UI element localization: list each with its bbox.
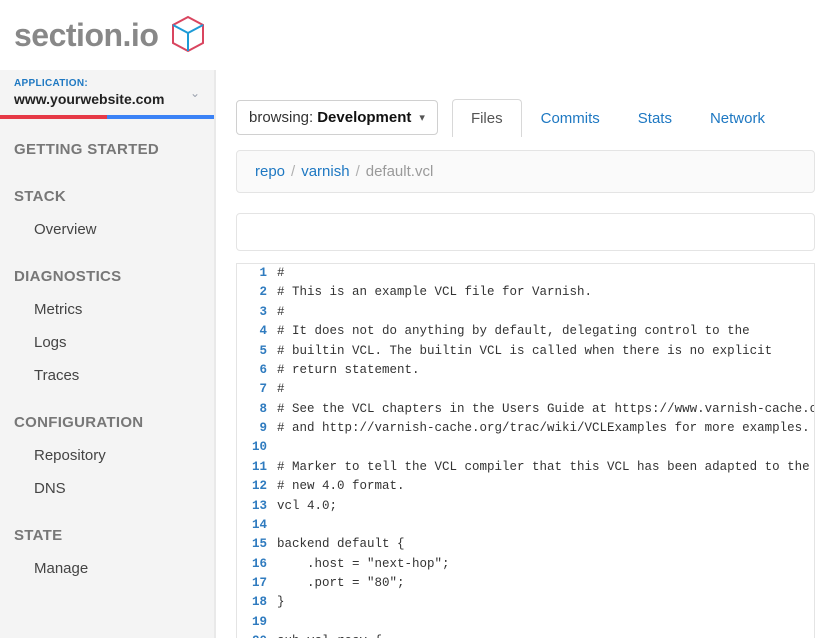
line-number: 3	[237, 303, 277, 322]
logo-cube-icon	[168, 14, 208, 57]
branch-name: Development	[317, 109, 411, 126]
caret-down-icon: ▾	[419, 111, 425, 124]
code-text: # It does not do anything by default, de…	[277, 322, 750, 341]
code-text: #	[277, 303, 285, 322]
brand[interactable]: section.io	[14, 14, 208, 57]
code-text: # new 4.0 format.	[277, 477, 405, 496]
file-header-panel	[236, 213, 815, 251]
line-number: 14	[237, 516, 277, 535]
code-text: # Marker to tell the VCL compiler that t…	[277, 458, 810, 477]
application-name: www.yourwebsite.com	[14, 91, 164, 107]
code-line: 15backend default {	[237, 535, 814, 554]
code-text: # This is an example VCL file for Varnis…	[277, 283, 592, 302]
breadcrumb-link[interactable]: repo	[255, 163, 285, 180]
tab-stats[interactable]: Stats	[619, 99, 691, 137]
code-line: 1#	[237, 264, 814, 283]
sidebar-item-dns[interactable]: DNS	[0, 472, 214, 505]
branch-select[interactable]: browsing: Development ▾	[236, 100, 438, 135]
code-line: 13vcl 4.0;	[237, 497, 814, 516]
tab-files[interactable]: Files	[452, 99, 522, 137]
line-number: 20	[237, 632, 277, 638]
app-header: section.io	[0, 0, 815, 70]
toolbar: browsing: Development ▾ FilesCommitsStat…	[236, 98, 815, 136]
code-line: 20sub vcl_recv {	[237, 632, 814, 638]
line-number: 10	[237, 438, 277, 457]
line-number: 2	[237, 283, 277, 302]
line-number: 11	[237, 458, 277, 477]
sidebar-item-manage[interactable]: Manage	[0, 552, 214, 585]
code-line: 14	[237, 516, 814, 535]
line-number: 8	[237, 400, 277, 419]
sidebar-item-traces[interactable]: Traces	[0, 359, 214, 392]
line-number: 18	[237, 593, 277, 612]
code-line: 5# builtin VCL. The builtin VCL is calle…	[237, 342, 814, 361]
line-number: 13	[237, 497, 277, 516]
code-text: # and http://varnish-cache.org/trac/wiki…	[277, 419, 810, 438]
application-label: APPLICATION:	[14, 78, 164, 89]
tab-commits[interactable]: Commits	[522, 99, 619, 137]
sidebar-item-overview[interactable]: Overview	[0, 213, 214, 246]
line-number: 6	[237, 361, 277, 380]
sidebar-item-logs[interactable]: Logs	[0, 326, 214, 359]
line-number: 17	[237, 574, 277, 593]
line-number: 1	[237, 264, 277, 283]
sidebar: APPLICATION: www.yourwebsite.com ⌄ GETTI…	[0, 70, 216, 638]
sidebar-item-repository[interactable]: Repository	[0, 439, 214, 472]
tab-bar: FilesCommitsStatsNetwork	[452, 98, 784, 136]
code-text: }	[277, 593, 285, 612]
sidebar-section-title: CONFIGURATION	[0, 406, 214, 439]
code-text: .port = "80";	[277, 574, 405, 593]
line-number: 19	[237, 613, 277, 632]
sidebar-section-title: GETTING STARTED	[0, 133, 214, 166]
code-text: sub vcl_recv {	[277, 632, 382, 638]
breadcrumb: repo/varnish/default.vcl	[236, 150, 815, 193]
main-content: browsing: Development ▾ FilesCommitsStat…	[216, 70, 815, 638]
code-line: 3#	[237, 303, 814, 322]
code-line: 11# Marker to tell the VCL compiler that…	[237, 458, 814, 477]
code-viewer: 1#2# This is an example VCL file for Var…	[236, 263, 815, 638]
code-text: vcl 4.0;	[277, 497, 337, 516]
code-line: 16 .host = "next-hop";	[237, 555, 814, 574]
code-line: 8# See the VCL chapters in the Users Gui…	[237, 400, 814, 419]
brand-name: section.io	[14, 17, 158, 54]
code-text: # See the VCL chapters in the Users Guid…	[277, 400, 815, 419]
code-line: 17 .port = "80";	[237, 574, 814, 593]
branch-prefix: browsing:	[249, 109, 313, 126]
code-text: # builtin VCL. The builtin VCL is called…	[277, 342, 772, 361]
sidebar-item-metrics[interactable]: Metrics	[0, 293, 214, 326]
chevron-down-icon: ⌄	[190, 86, 200, 100]
sidebar-section-title: DIAGNOSTICS	[0, 260, 214, 293]
line-number: 4	[237, 322, 277, 341]
code-line: 19	[237, 613, 814, 632]
code-text: # return statement.	[277, 361, 420, 380]
code-line: 4# It does not do anything by default, d…	[237, 322, 814, 341]
tab-network[interactable]: Network	[691, 99, 784, 137]
sidebar-section-title: STATE	[0, 519, 214, 552]
code-line: 7#	[237, 380, 814, 399]
breadcrumb-separator: /	[285, 163, 301, 180]
code-text: .host = "next-hop";	[277, 555, 450, 574]
line-number: 5	[237, 342, 277, 361]
code-line: 2# This is an example VCL file for Varni…	[237, 283, 814, 302]
code-text: #	[277, 380, 285, 399]
code-text: #	[277, 264, 285, 283]
code-line: 10	[237, 438, 814, 457]
sidebar-section-title: STACK	[0, 180, 214, 213]
code-line: 9# and http://varnish-cache.org/trac/wik…	[237, 419, 814, 438]
code-line: 12# new 4.0 format.	[237, 477, 814, 496]
line-number: 7	[237, 380, 277, 399]
code-line: 6# return statement.	[237, 361, 814, 380]
line-number: 12	[237, 477, 277, 496]
code-line: 18}	[237, 593, 814, 612]
breadcrumb-separator: /	[350, 163, 366, 180]
line-number: 15	[237, 535, 277, 554]
line-number: 16	[237, 555, 277, 574]
breadcrumb-link[interactable]: varnish	[301, 163, 349, 180]
breadcrumb-current: default.vcl	[366, 163, 434, 180]
application-selector[interactable]: APPLICATION: www.yourwebsite.com ⌄	[0, 70, 214, 119]
line-number: 9	[237, 419, 277, 438]
code-text: backend default {	[277, 535, 405, 554]
